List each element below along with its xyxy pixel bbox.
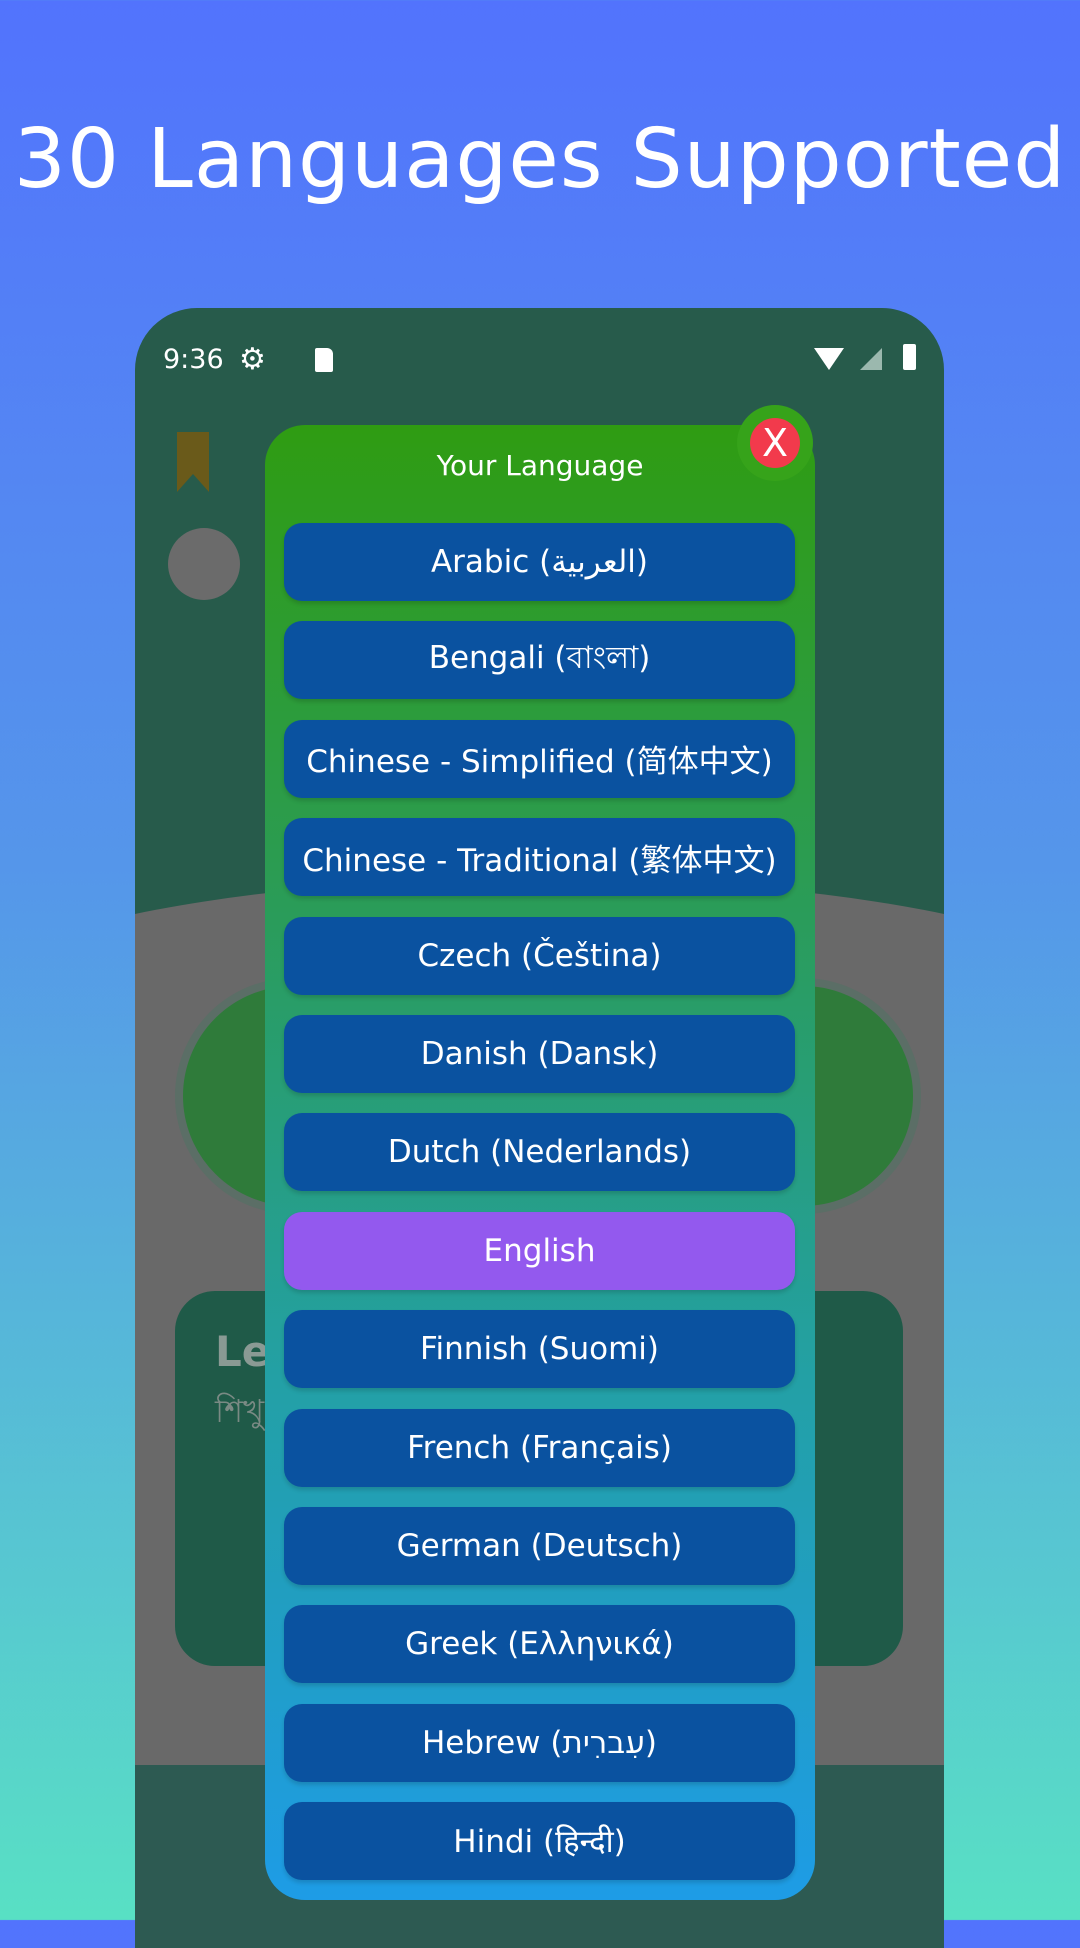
language-option[interactable]: Greek (Ελληνικά) — [284, 1605, 795, 1684]
language-option[interactable]: German (Deutsch) — [284, 1506, 795, 1585]
language-option[interactable]: Bengali (বাংলা) — [284, 621, 795, 700]
language-option[interactable]: Finnish (Suomi) — [284, 1310, 795, 1389]
language-option[interactable]: Czech (Čeština) — [284, 916, 795, 995]
language-option[interactable]: Arabic (العربية) — [284, 523, 795, 601]
language-option[interactable]: English — [284, 1211, 795, 1290]
battery-icon — [903, 344, 916, 370]
language-option[interactable]: Hindi (हिन्दी) — [284, 1802, 795, 1881]
signal-icon — [860, 348, 882, 370]
close-button[interactable]: X — [737, 405, 813, 481]
language-option[interactable]: French (Français) — [284, 1408, 795, 1487]
language-option[interactable]: Danish (Dansk) — [284, 1014, 795, 1093]
language-option[interactable]: Chinese - Traditional (繁体中文) — [284, 818, 795, 897]
community-avatar[interactable] — [168, 528, 240, 600]
language-option[interactable]: Chinese - Simplified (简体中文) — [284, 719, 795, 798]
status-bar: 9:36 ⚙ — [163, 342, 916, 382]
language-dialog: Your Language Arabic (العربية) Bengali (ব… — [265, 425, 815, 1900]
dialog-title: Your Language — [436, 449, 644, 482]
sd-card-icon — [315, 348, 333, 372]
gear-icon: ⚙ — [239, 342, 266, 377]
close-icon: X — [750, 418, 800, 468]
wifi-icon — [814, 348, 844, 370]
status-time: 9:36 — [163, 344, 224, 375]
headline: 30 Languages Supported — [13, 112, 1067, 207]
bookmark-icon[interactable] — [177, 432, 209, 492]
card-subtitle: শিখু — [215, 1392, 265, 1430]
language-option[interactable]: Dutch (Nederlands) — [284, 1113, 795, 1192]
language-list: Arabic (العربية) Bengali (বাংলা) Chinese -… — [284, 523, 795, 1900]
language-option[interactable]: Hebrew (עִברִית) — [284, 1703, 795, 1782]
